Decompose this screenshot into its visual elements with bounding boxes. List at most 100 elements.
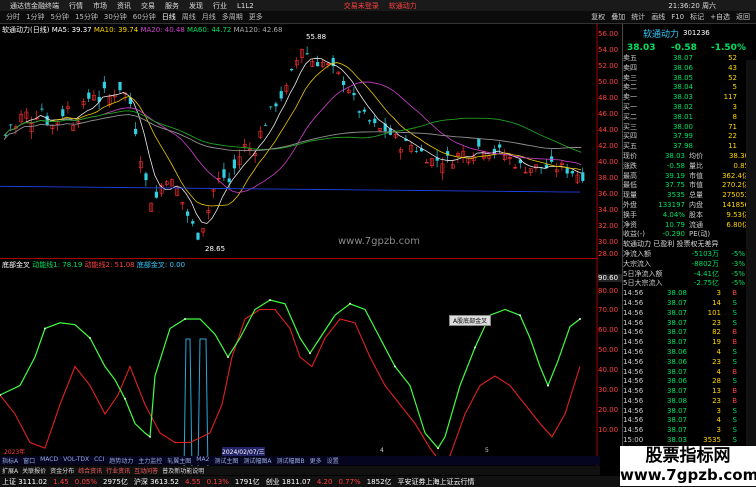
tick-row[interactable]: 14:56 38.07 3 S (623, 426, 756, 436)
tab-more[interactable]: 更多 (310, 456, 322, 465)
menu-item-quote[interactable]: 行情 (69, 1, 83, 11)
bottom-tab-related[interactable]: 关联报价 (22, 466, 46, 475)
candle-body (373, 118, 377, 124)
indicator-chart[interactable] (0, 259, 598, 474)
tick-row[interactable]: 14:56 38.06 4 S (623, 348, 756, 358)
toolbar-mark[interactable]: 标记 (690, 12, 704, 22)
period-tab-1min[interactable]: 1分钟 (26, 12, 44, 22)
tick-row[interactable]: 14:56 38.07 14 S (623, 299, 756, 309)
toolbar-back[interactable]: 返回 (736, 12, 750, 22)
menu-item-news[interactable]: 资讯 (117, 1, 131, 11)
quote-stats: 现价 38.03 均价 38.30 涨跌 -0.58 量比 0.85 最高 39.19 市值 362.… (623, 152, 756, 240)
ind-y-tick: 40.00 (598, 366, 619, 374)
right-side-toolbar[interactable] (746, 60, 756, 474)
menu-item-trade[interactable]: 交易 (141, 1, 155, 11)
stat-label: 收益(-) (623, 230, 645, 239)
period-tab-intraday[interactable]: 分时 (6, 12, 20, 22)
tab-trend-power[interactable]: 趋势动力 (109, 456, 133, 465)
tick-row[interactable]: 14:56 38.07 101 S (623, 309, 756, 319)
momentum-marker (394, 365, 396, 368)
tick-row[interactable]: 14:56 38.07 13 B (623, 387, 756, 397)
high-price-marker: 55.88 (306, 33, 327, 41)
y-tick: 38.00 (598, 174, 619, 182)
period-tab-15min[interactable]: 15分钟 (75, 12, 98, 22)
tick-row[interactable]: 14:56 38.07 4 S (623, 416, 756, 426)
stat-value (715, 230, 749, 240)
tab-vol-tdx[interactable]: VOL-TDX (63, 456, 89, 465)
tab-main-chart[interactable]: 轧翼主图 (167, 456, 191, 465)
toolbar-f10[interactable]: F10 (671, 13, 684, 21)
tab-window[interactable]: 窗口 (23, 456, 35, 465)
tick-row[interactable]: 14:56 38.07 3 S (623, 407, 756, 417)
tick-row[interactable]: 14:56 38.07 4 B (623, 368, 756, 378)
tick-row[interactable]: 14:56 38.06 23 S (623, 358, 756, 368)
period-tab-monthly[interactable]: 月线 (202, 12, 216, 22)
tab-settings[interactable]: 设置 (327, 456, 339, 465)
tab-ma2[interactable]: MA2 (196, 456, 209, 465)
order-row-sell[interactable]: 卖一 38.03 117 (623, 93, 756, 103)
toolbar-add-watchlist[interactable]: +自选 (710, 12, 730, 22)
toolbar-overlay[interactable]: 叠加 (611, 12, 625, 22)
toolbar-restore-rights[interactable]: 复权 (591, 12, 605, 22)
stat-value: 37.75 (664, 181, 685, 190)
tab-test-sub-a[interactable]: 测试幅图A (243, 456, 271, 465)
order-row-buy[interactable]: 买三 38.00 71 (623, 123, 756, 133)
period-tab-5min[interactable]: 5分钟 (50, 12, 68, 22)
menu-item-discover[interactable]: 发现 (189, 1, 203, 11)
order-row-sell[interactable]: 卖三 38.05 52 (623, 74, 756, 84)
tick-price: 38.07 (666, 367, 687, 376)
tab-test-sub-b[interactable]: 测试幅图B (277, 456, 305, 465)
toolbar-stats[interactable]: 统计 (631, 12, 645, 22)
order-row-buy[interactable]: 买二 38.01 8 (623, 113, 756, 123)
hs-index[interactable]: 沪深 3613.52 (134, 477, 179, 487)
price-pct: -1.50% (711, 43, 746, 53)
order-row-sell[interactable]: 卖四 38.06 43 (623, 64, 756, 74)
tick-row[interactable]: 14:56 38.08 3 B (623, 289, 756, 299)
period-tab-daily[interactable]: 日线 (162, 12, 176, 22)
period-tab-more[interactable]: 更多 (249, 12, 263, 22)
bottom-tab-fund[interactable]: 资金分布 (50, 466, 74, 475)
period-tab-60min[interactable]: 60分钟 (133, 12, 156, 22)
bottom-tab-news[interactable]: 综合资讯 (78, 466, 102, 475)
y-tick: 40.00 (598, 158, 619, 166)
menu-item-service[interactable]: 服务 (165, 1, 179, 11)
tick-list[interactable]: 14:56 38.08 3 B 14:56 38.07 14 S 14:56 38.07 101 S 1… (623, 289, 756, 446)
order-row-buy[interactable]: 买一 38.02 3 (623, 103, 756, 113)
sh-index[interactable]: 上证 3111.02 (2, 477, 47, 487)
menu-item-market[interactable]: 市场 (93, 1, 107, 11)
period-tab-multi[interactable]: 多周期 (222, 12, 243, 22)
tab-cci[interactable]: CCI (94, 456, 104, 465)
menu-item-l1l2[interactable]: L1L2 (237, 2, 254, 10)
tick-row[interactable]: 14:56 38.08 23 B (623, 397, 756, 407)
kline-chart[interactable] (0, 24, 598, 258)
tab-main-monitor[interactable]: 主力监控 (138, 456, 162, 465)
toolbar-draw[interactable]: 画线 (651, 12, 665, 22)
order-row-buy[interactable]: 买五 37.98 11 (623, 142, 756, 152)
tick-row[interactable]: 14:56 38.07 23 S (623, 319, 756, 329)
bottom-tab-qa[interactable]: 互动问答 (134, 466, 158, 475)
bottom-tab-help[interactable]: 普及新功能说明 (162, 466, 204, 475)
order-row-sell[interactable]: 卖五 38.07 52 (623, 54, 756, 64)
tick-row[interactable]: 14:56 38.07 19 B (623, 338, 756, 348)
bottom-tab-industry-news[interactable]: 行业资讯 (106, 466, 130, 475)
period-tab-30min[interactable]: 30分钟 (104, 12, 127, 22)
order-row-buy[interactable]: 买四 37.99 22 (623, 132, 756, 142)
period-tab-weekly[interactable]: 周线 (182, 12, 196, 22)
date-tick: 4 (380, 447, 384, 454)
order-label: 卖三 (623, 73, 637, 82)
menu-item-industry[interactable]: 行业 (213, 1, 227, 11)
cy-index[interactable]: 创业 1811.07 (266, 477, 311, 487)
order-row-sell[interactable]: 卖二 38.04 5 (623, 83, 756, 93)
trade-login-status[interactable]: 交易未登录 (344, 1, 379, 11)
tick-volume: 19 (712, 338, 721, 347)
tab-indicator-a[interactable]: 指标A (2, 456, 18, 465)
tick-row[interactable]: 14:56 38.06 28 S (623, 377, 756, 387)
tab-test-main[interactable]: 测试主图 (214, 456, 238, 465)
tick-row[interactable]: 14:56 38.07 82 B (623, 328, 756, 338)
bottom-tab-ext-a[interactable]: 扩展A (2, 466, 18, 475)
tick-price: 38.07 (666, 328, 687, 337)
tick-row[interactable]: 15:00 38.03 3535 S (623, 436, 756, 446)
order-label: 卖五 (623, 54, 637, 62)
stat-label: 最高 (623, 171, 637, 180)
tab-macd[interactable]: MACD (40, 456, 58, 465)
